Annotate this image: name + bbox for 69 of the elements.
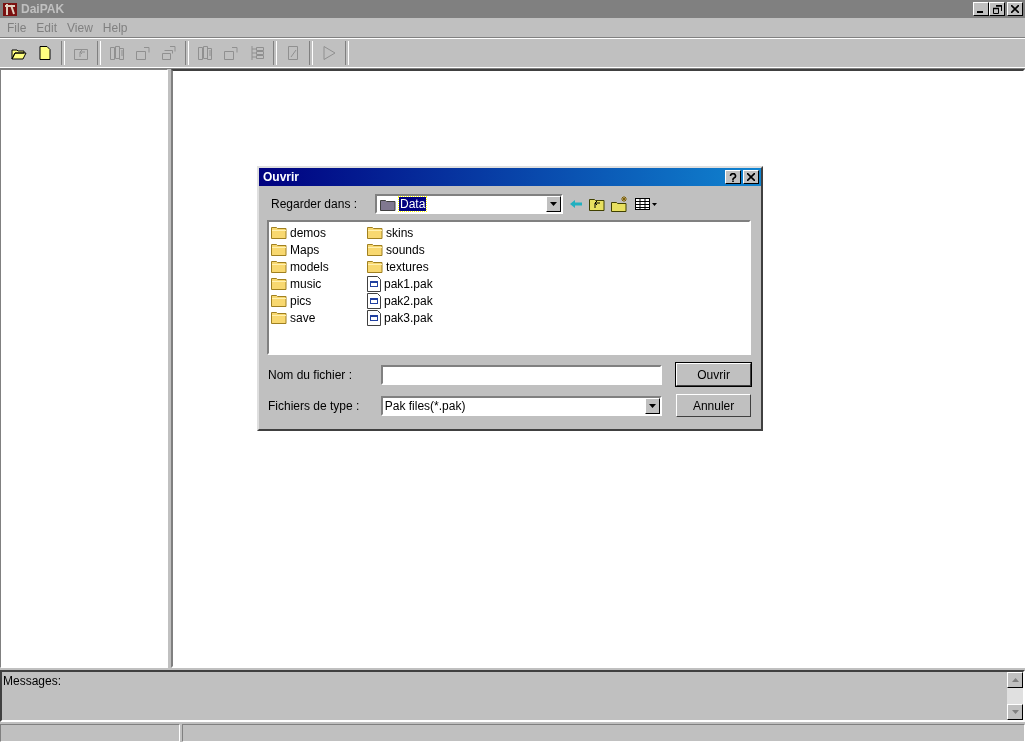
file-name-field[interactable] (380, 364, 663, 385)
folder-icon (271, 260, 287, 273)
files-arrow-icon (161, 44, 177, 61)
folder-icon (271, 294, 287, 307)
file-name[interactable]: music (290, 276, 322, 291)
dropdown-arrow-button[interactable] (645, 397, 661, 414)
file-name-label: Nom du fichier : (268, 367, 354, 382)
file-name[interactable]: models (290, 259, 329, 274)
folder-icon (271, 243, 287, 256)
look-in-label: Regarder dans : (271, 197, 359, 211)
file-name[interactable]: pak2.pak (384, 293, 433, 308)
file-name[interactable]: skins (386, 225, 414, 240)
file-name[interactable]: save (290, 310, 316, 325)
close-icon (747, 173, 755, 181)
scrollbar[interactable] (1007, 672, 1023, 720)
file-name[interactable]: demos (290, 225, 327, 240)
help-button[interactable] (725, 170, 741, 184)
close-button[interactable] (1007, 2, 1023, 16)
pages-icon (197, 44, 213, 61)
close-button[interactable] (743, 170, 759, 184)
help-icon (729, 172, 737, 182)
file-name[interactable]: pak1.pak (384, 276, 433, 291)
file-type-dropdown[interactable]: Pak files(*.pak) (380, 395, 663, 416)
close-icon (1011, 5, 1019, 13)
folder-icon (367, 260, 383, 273)
caret-icon (550, 202, 557, 206)
folder-icon (367, 226, 383, 239)
window-title: DaiPAK (21, 2, 65, 16)
scroll-down-button[interactable] (1007, 704, 1023, 720)
folder-icon (380, 197, 396, 211)
dialog-title: Ouvrir (263, 170, 299, 184)
restore-button[interactable] (989, 2, 1005, 16)
file-name[interactable]: pak3.pak (384, 310, 433, 325)
file-type-value: Pak files(*.pak) (384, 398, 466, 413)
file-icon (367, 292, 381, 309)
look-in-dropdown[interactable]: Data (375, 194, 563, 214)
new-folder-icon[interactable] (611, 196, 629, 212)
file-name[interactable]: sounds (386, 242, 425, 257)
look-in-value: Data (399, 197, 427, 211)
document-icon (37, 44, 53, 61)
file-icon (367, 309, 381, 326)
restore-icon (992, 4, 1002, 14)
file-arrow-icon (135, 44, 151, 61)
cancel-button[interactable]: Annuler (676, 394, 751, 417)
minimize-button[interactable] (973, 2, 989, 16)
document-pen-icon (285, 44, 301, 61)
app-logo-icon (2, 1, 18, 17)
tree-icon (249, 44, 265, 61)
open-button[interactable]: Ouvrir (676, 363, 751, 386)
down-arrow-icon (1011, 710, 1019, 714)
file-name[interactable]: textures (386, 259, 429, 274)
play-icon (321, 44, 337, 61)
file-type-label: Fichiers de type : (268, 398, 361, 413)
file-arrow-icon (223, 44, 239, 61)
messages-label: Messages: (2, 673, 63, 690)
folder-icon (271, 311, 287, 324)
view-menu-icon[interactable] (635, 198, 659, 210)
folder-icon (271, 226, 287, 239)
pages-icon (109, 44, 125, 61)
up-arrow-icon (1011, 678, 1019, 682)
file-name[interactable]: pics (290, 293, 312, 308)
file-name[interactable]: Maps (290, 242, 320, 257)
scroll-up-button[interactable] (1007, 672, 1023, 688)
caret-icon (649, 403, 657, 408)
folder-icon (367, 243, 383, 256)
folder-icon (271, 277, 287, 290)
dropdown-arrow-button[interactable] (546, 196, 561, 212)
folder-up-icon[interactable] (589, 197, 605, 211)
file-icon (367, 275, 381, 292)
